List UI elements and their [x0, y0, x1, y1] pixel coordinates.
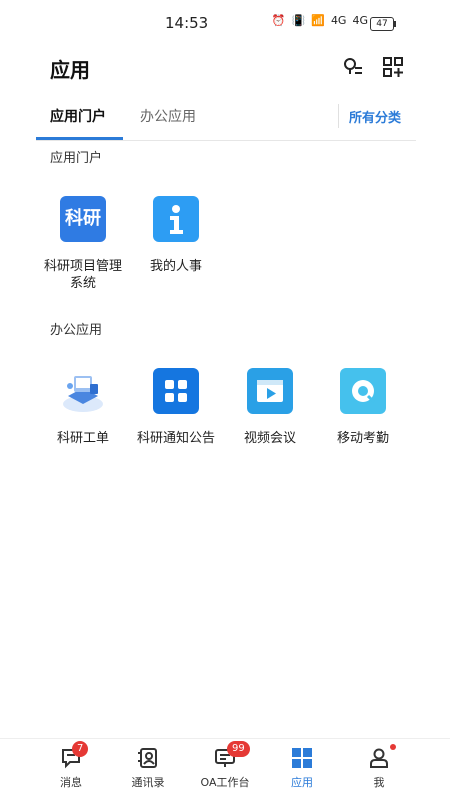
qr-add-icon[interactable]: [382, 56, 404, 78]
nav-messages[interactable]: 7 消息: [36, 741, 106, 790]
video-icon: [247, 368, 293, 414]
wifi-icon: 📶: [311, 14, 325, 27]
tab-bar: 应用门户 办公应用 所有分类: [0, 96, 450, 141]
search-list-icon[interactable]: [342, 56, 364, 78]
alarm-icon: ⏰: [271, 14, 286, 27]
workorder-illustration-icon: [60, 368, 106, 414]
user-icon: [368, 744, 396, 769]
tabs-divider: [36, 140, 416, 141]
section-title-office-apps: 办公应用: [50, 323, 103, 338]
nav-contacts[interactable]: 通讯录: [113, 747, 183, 790]
nav-oa-workbench[interactable]: 99 OA工作台: [190, 741, 260, 790]
nav-label: 应用: [291, 776, 313, 789]
tab-app-portal[interactable]: 应用门户: [50, 106, 106, 126]
signal-2-label: 4G: [352, 14, 368, 27]
info-icon: [153, 196, 199, 242]
tab-office-apps[interactable]: 办公应用: [140, 106, 196, 126]
tab-separator: [338, 104, 339, 128]
status-bar: 14:53 ⏰ 📳 📶 4G 4G 47: [0, 0, 450, 44]
page-title: 应用: [50, 58, 90, 82]
section-title-app-portal: 应用门户: [50, 151, 103, 166]
workbench-icon: 99: [214, 741, 250, 769]
app-label: 科研项目管理系统: [43, 259, 122, 291]
nav-label: 消息: [60, 776, 82, 789]
vibrate-icon: 📳: [291, 14, 306, 27]
app-video-meeting[interactable]: 视频会议: [230, 368, 310, 447]
app-keyan-workorder[interactable]: 科研工单: [43, 368, 123, 447]
signal-1-label: 4G: [330, 14, 347, 27]
keyan-app-icon: 科研: [60, 196, 106, 242]
contacts-icon: [137, 747, 159, 769]
app-keyan-notice[interactable]: 科研通知公告: [136, 368, 216, 447]
nav-me[interactable]: 我: [344, 744, 414, 790]
app-keyan-project[interactable]: 科研 科研项目管理系统: [43, 196, 123, 292]
header: 应用: [0, 50, 450, 86]
app-my-hr[interactable]: 我的人事: [136, 196, 216, 275]
status-icons: ⏰ 📳 📶 4G 4G: [272, 14, 368, 27]
location-check-icon: [340, 368, 386, 414]
nav-label: 通讯录: [131, 776, 165, 789]
nav-label: OA工作台: [200, 776, 250, 789]
apps-grid-icon: [291, 747, 313, 769]
status-time: 14:53: [165, 14, 209, 32]
nav-label: 我: [373, 776, 385, 789]
app-label: 科研通知公告: [136, 431, 215, 446]
message-icon: 7: [60, 741, 89, 769]
notification-dot: [390, 744, 396, 750]
all-categories-button[interactable]: 所有分类: [349, 107, 401, 126]
nav-apps[interactable]: 应用: [267, 747, 337, 790]
workbench-badge: 99: [227, 741, 250, 757]
app-label: 我的人事: [149, 259, 202, 274]
app-mobile-attendance[interactable]: 移动考勤: [323, 368, 403, 447]
battery-icon: 47: [370, 17, 396, 31]
app-label: 移动考勤: [336, 431, 389, 446]
grid-icon: [153, 368, 199, 414]
message-badge: 7: [72, 741, 89, 757]
app-label: 科研工单: [56, 431, 109, 446]
bottom-nav: 7 消息 通讯录 99 OA工作台 应用 我: [0, 738, 450, 801]
app-label: 视频会议: [243, 431, 296, 446]
